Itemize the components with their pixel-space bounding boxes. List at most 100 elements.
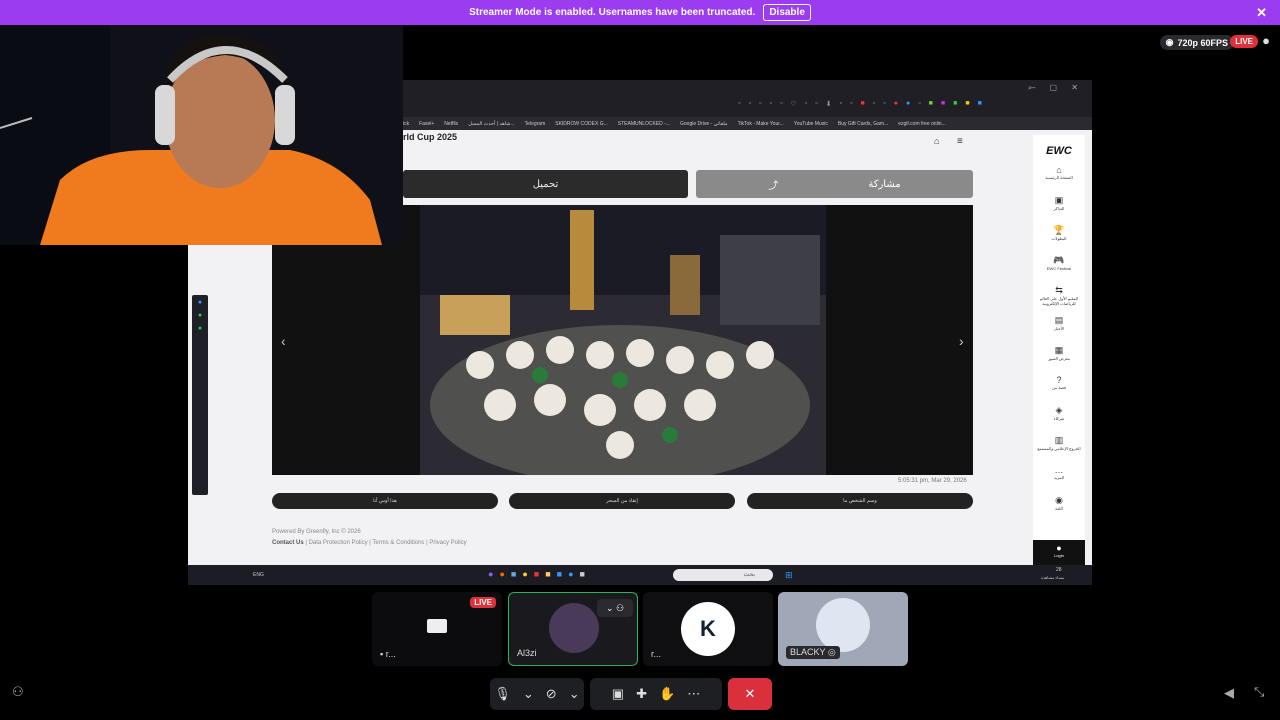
close-icon[interactable]: ✕ bbox=[1256, 5, 1267, 21]
sidebar-item[interactable]: 🎮 EWC Festival bbox=[1033, 255, 1085, 271]
footer-link[interactable]: Data Protection Policy bbox=[309, 540, 368, 546]
sidebar-item[interactable]: … المزيد bbox=[1033, 465, 1085, 480]
footer-link[interactable]: Privacy Policy bbox=[429, 540, 466, 546]
next-arrow[interactable]: › bbox=[959, 333, 964, 349]
sidebar-icon: ⇆ bbox=[1055, 285, 1063, 295]
sidebar-icon: ◈ bbox=[1055, 405, 1063, 415]
screen-share-icon[interactable]: ▣ bbox=[612, 686, 624, 702]
ewc-sidebar: EWC ⌂ الصفحة الرئيسية ▣ التذاكر 🏆 البطولات 🎮 EW… bbox=[1033, 135, 1085, 565]
taskbar-search[interactable]: بحث bbox=[673, 569, 773, 581]
bookmark[interactable]: ick bbox=[403, 121, 409, 127]
sidebar-item[interactable]: ? قصة من bbox=[1033, 375, 1085, 390]
bookmark[interactable]: Buy Gift Cards, Gam... bbox=[838, 121, 888, 127]
sidebar-item[interactable]: ⇆ المقيم الأول على العالم للرياضات الإلكت… bbox=[1033, 285, 1085, 306]
download-button[interactable]: تحميل bbox=[403, 170, 688, 198]
left-side-strip: ● ● ● bbox=[188, 243, 212, 563]
bookmark[interactable]: ezgif.com free onlin... bbox=[898, 121, 946, 127]
menu-icon[interactable]: ≡ bbox=[957, 136, 963, 147]
volume-icon[interactable]: ◀ bbox=[1224, 685, 1234, 701]
sidebar-item[interactable]: ▤ الأخبار bbox=[1033, 315, 1085, 331]
search-icon[interactable]: ⌕ bbox=[1028, 85, 1032, 93]
banner-text: Streamer Mode is enabled. Usernames have… bbox=[469, 7, 756, 18]
footer-link[interactable]: Terms & Conditions bbox=[372, 540, 424, 546]
participant-name: BLACKY ◎ bbox=[786, 646, 840, 659]
ewc-logo[interactable]: EWC bbox=[1033, 145, 1085, 157]
participant-tile[interactable]: LIVE ▪ r... bbox=[372, 592, 502, 666]
tag-pill[interactable]: هذا أوس أنا bbox=[272, 493, 498, 509]
sidebar-item[interactable]: ▣ التذاكر bbox=[1033, 195, 1085, 211]
bookmark[interactable]: TikTok - Make Your... bbox=[738, 121, 784, 127]
chevron-down-icon[interactable]: ⌄ ⚇ bbox=[597, 599, 633, 617]
language-indicator[interactable]: ENG bbox=[253, 572, 264, 578]
soundboard-icon[interactable]: ✋ bbox=[659, 686, 675, 702]
bookmark[interactable]: Telegram bbox=[525, 121, 546, 127]
taskbar-date: مساء مشاهدة bbox=[1041, 575, 1065, 580]
sidebar-item[interactable]: ◉ اللغة bbox=[1033, 495, 1085, 511]
webcam-feed bbox=[0, 0, 403, 245]
activities-icon[interactable]: ✚ bbox=[636, 686, 647, 702]
disable-button[interactable]: Disable bbox=[763, 4, 811, 21]
prev-arrow[interactable]: ‹ bbox=[281, 333, 286, 349]
mic-camera-controls: 🎙 ⌄ ⊘ ⌄ bbox=[490, 678, 584, 710]
camera-off-icon[interactable]: ⊘ bbox=[546, 686, 557, 702]
sidebar-label: Login bbox=[1054, 553, 1064, 558]
footer-link[interactable]: Contact Us bbox=[272, 540, 304, 546]
bookmark[interactable]: Netflix bbox=[444, 121, 458, 127]
share-button[interactable]: ⤴ مشاركة bbox=[696, 170, 973, 198]
sidebar-item[interactable]: 🏆 البطولات bbox=[1033, 225, 1085, 241]
sidebar-icon: ▣ bbox=[1054, 195, 1064, 205]
bookmark[interactable]: شاهد | أحدث المسل... bbox=[468, 121, 514, 127]
sidebar-icon: 🎮 bbox=[1053, 255, 1065, 265]
stream-quality-badge: ◉ 720p 60FPS bbox=[1159, 35, 1234, 50]
more-icon[interactable]: ⋯ bbox=[687, 686, 700, 702]
photo-timestamp: 5:05:31 pm, Mar 29, 2026 bbox=[898, 478, 967, 484]
share-label: مشاركة bbox=[868, 178, 901, 190]
avatar bbox=[816, 598, 870, 652]
crowd-photo[interactable] bbox=[420, 205, 826, 475]
sidebar-label: شركاء bbox=[1053, 416, 1065, 421]
bookmark[interactable]: STEAMUNLOCKED -... bbox=[618, 121, 670, 127]
end-call-icon: ✕ bbox=[744, 686, 756, 701]
sidebar-label: المقيم الأول على العالم للرياضات الإلكتر… bbox=[1039, 296, 1079, 306]
add-friend-icon[interactable]: ⚇ bbox=[12, 684, 24, 700]
sidebar-label: البطولات bbox=[1051, 236, 1067, 241]
sidebar-icon: ▦ bbox=[1054, 345, 1064, 355]
sidebar-label: معرض الصور bbox=[1047, 356, 1071, 361]
quality-text: 720p 60FPS bbox=[1177, 37, 1228, 48]
sidebar-label: اللغة bbox=[1055, 506, 1063, 511]
extension-icons[interactable]: ▫ ▫ ▫ ▫ ▫ ♡ ▫ ▫ ⬇ ▫ ▫ ■ ▫ ▫ ● ● ▫ ■ ■ ■ ■ ■ bbox=[738, 100, 1078, 110]
chevron-down-icon[interactable]: ⌄ bbox=[523, 686, 534, 702]
sidebar-item[interactable]: ▦ معرض الصور bbox=[1033, 345, 1085, 361]
participant-tile[interactable]: K r... bbox=[643, 592, 773, 666]
avatar: K bbox=[681, 602, 735, 656]
tag-pill[interactable]: إنقاذ من السحر bbox=[509, 493, 735, 509]
windows-start-icon[interactable]: ⊞ bbox=[785, 570, 793, 581]
sidebar-item[interactable]: ⌂ الصفحة الرئيسية bbox=[1033, 165, 1085, 180]
sidebar-label: التذاكر bbox=[1053, 206, 1065, 211]
participant-name: Al3zi bbox=[517, 648, 537, 658]
sidebar-label: الصفحة الرئيسية bbox=[1045, 175, 1073, 180]
sidebar-item[interactable]: ▥ الخروج الإعلامي والمستمع bbox=[1033, 435, 1085, 451]
bookmark[interactable]: SKIDROW CODEX G... bbox=[555, 121, 608, 127]
home-icon[interactable]: ⌂ bbox=[934, 136, 939, 146]
participant-tile-active[interactable]: ⌄ ⚇ Al3zi bbox=[508, 592, 638, 666]
bookmark[interactable]: YouTube Music bbox=[794, 121, 828, 127]
participant-tile[interactable]: BLACKY ◎ bbox=[778, 592, 908, 666]
chevron-down-icon[interactable]: ⌄ bbox=[569, 686, 580, 702]
bookmark[interactable]: Fasel+ bbox=[419, 121, 434, 127]
microphone-icon[interactable]: 🎙 bbox=[494, 686, 511, 702]
chat-bubble-icon[interactable]: ● bbox=[1262, 33, 1270, 48]
windows-taskbar: ENG ● ● ■ ● ■ ■ ■ ● ■ بحث ⊞ 28 مساء مشاهدة bbox=[188, 565, 1092, 585]
sidebar-label: الخروج الإعلامي والمستمع bbox=[1037, 446, 1081, 451]
bookmark[interactable]: Google Drive - ملفاتي bbox=[680, 121, 728, 127]
tag-pill[interactable]: وسم الشخص ما bbox=[747, 493, 973, 509]
taskbar-apps[interactable]: ● ● ■ ● ■ ■ ■ ● ■ bbox=[488, 569, 585, 579]
sidebar-item[interactable]: ◈ شركاء bbox=[1033, 405, 1085, 421]
window-controls[interactable]: – ▢ ✕ bbox=[1031, 83, 1084, 92]
sidebar-item[interactable]: ● Login bbox=[1033, 540, 1085, 565]
sidebar-icon: ▥ bbox=[1054, 435, 1064, 445]
fullscreen-exit-icon[interactable]: ⤡ bbox=[1254, 684, 1264, 700]
disconnect-button[interactable]: ✕ bbox=[728, 678, 772, 710]
sidebar-icon: ◉ bbox=[1055, 495, 1063, 505]
sidebar-label: قصة من bbox=[1052, 385, 1066, 390]
